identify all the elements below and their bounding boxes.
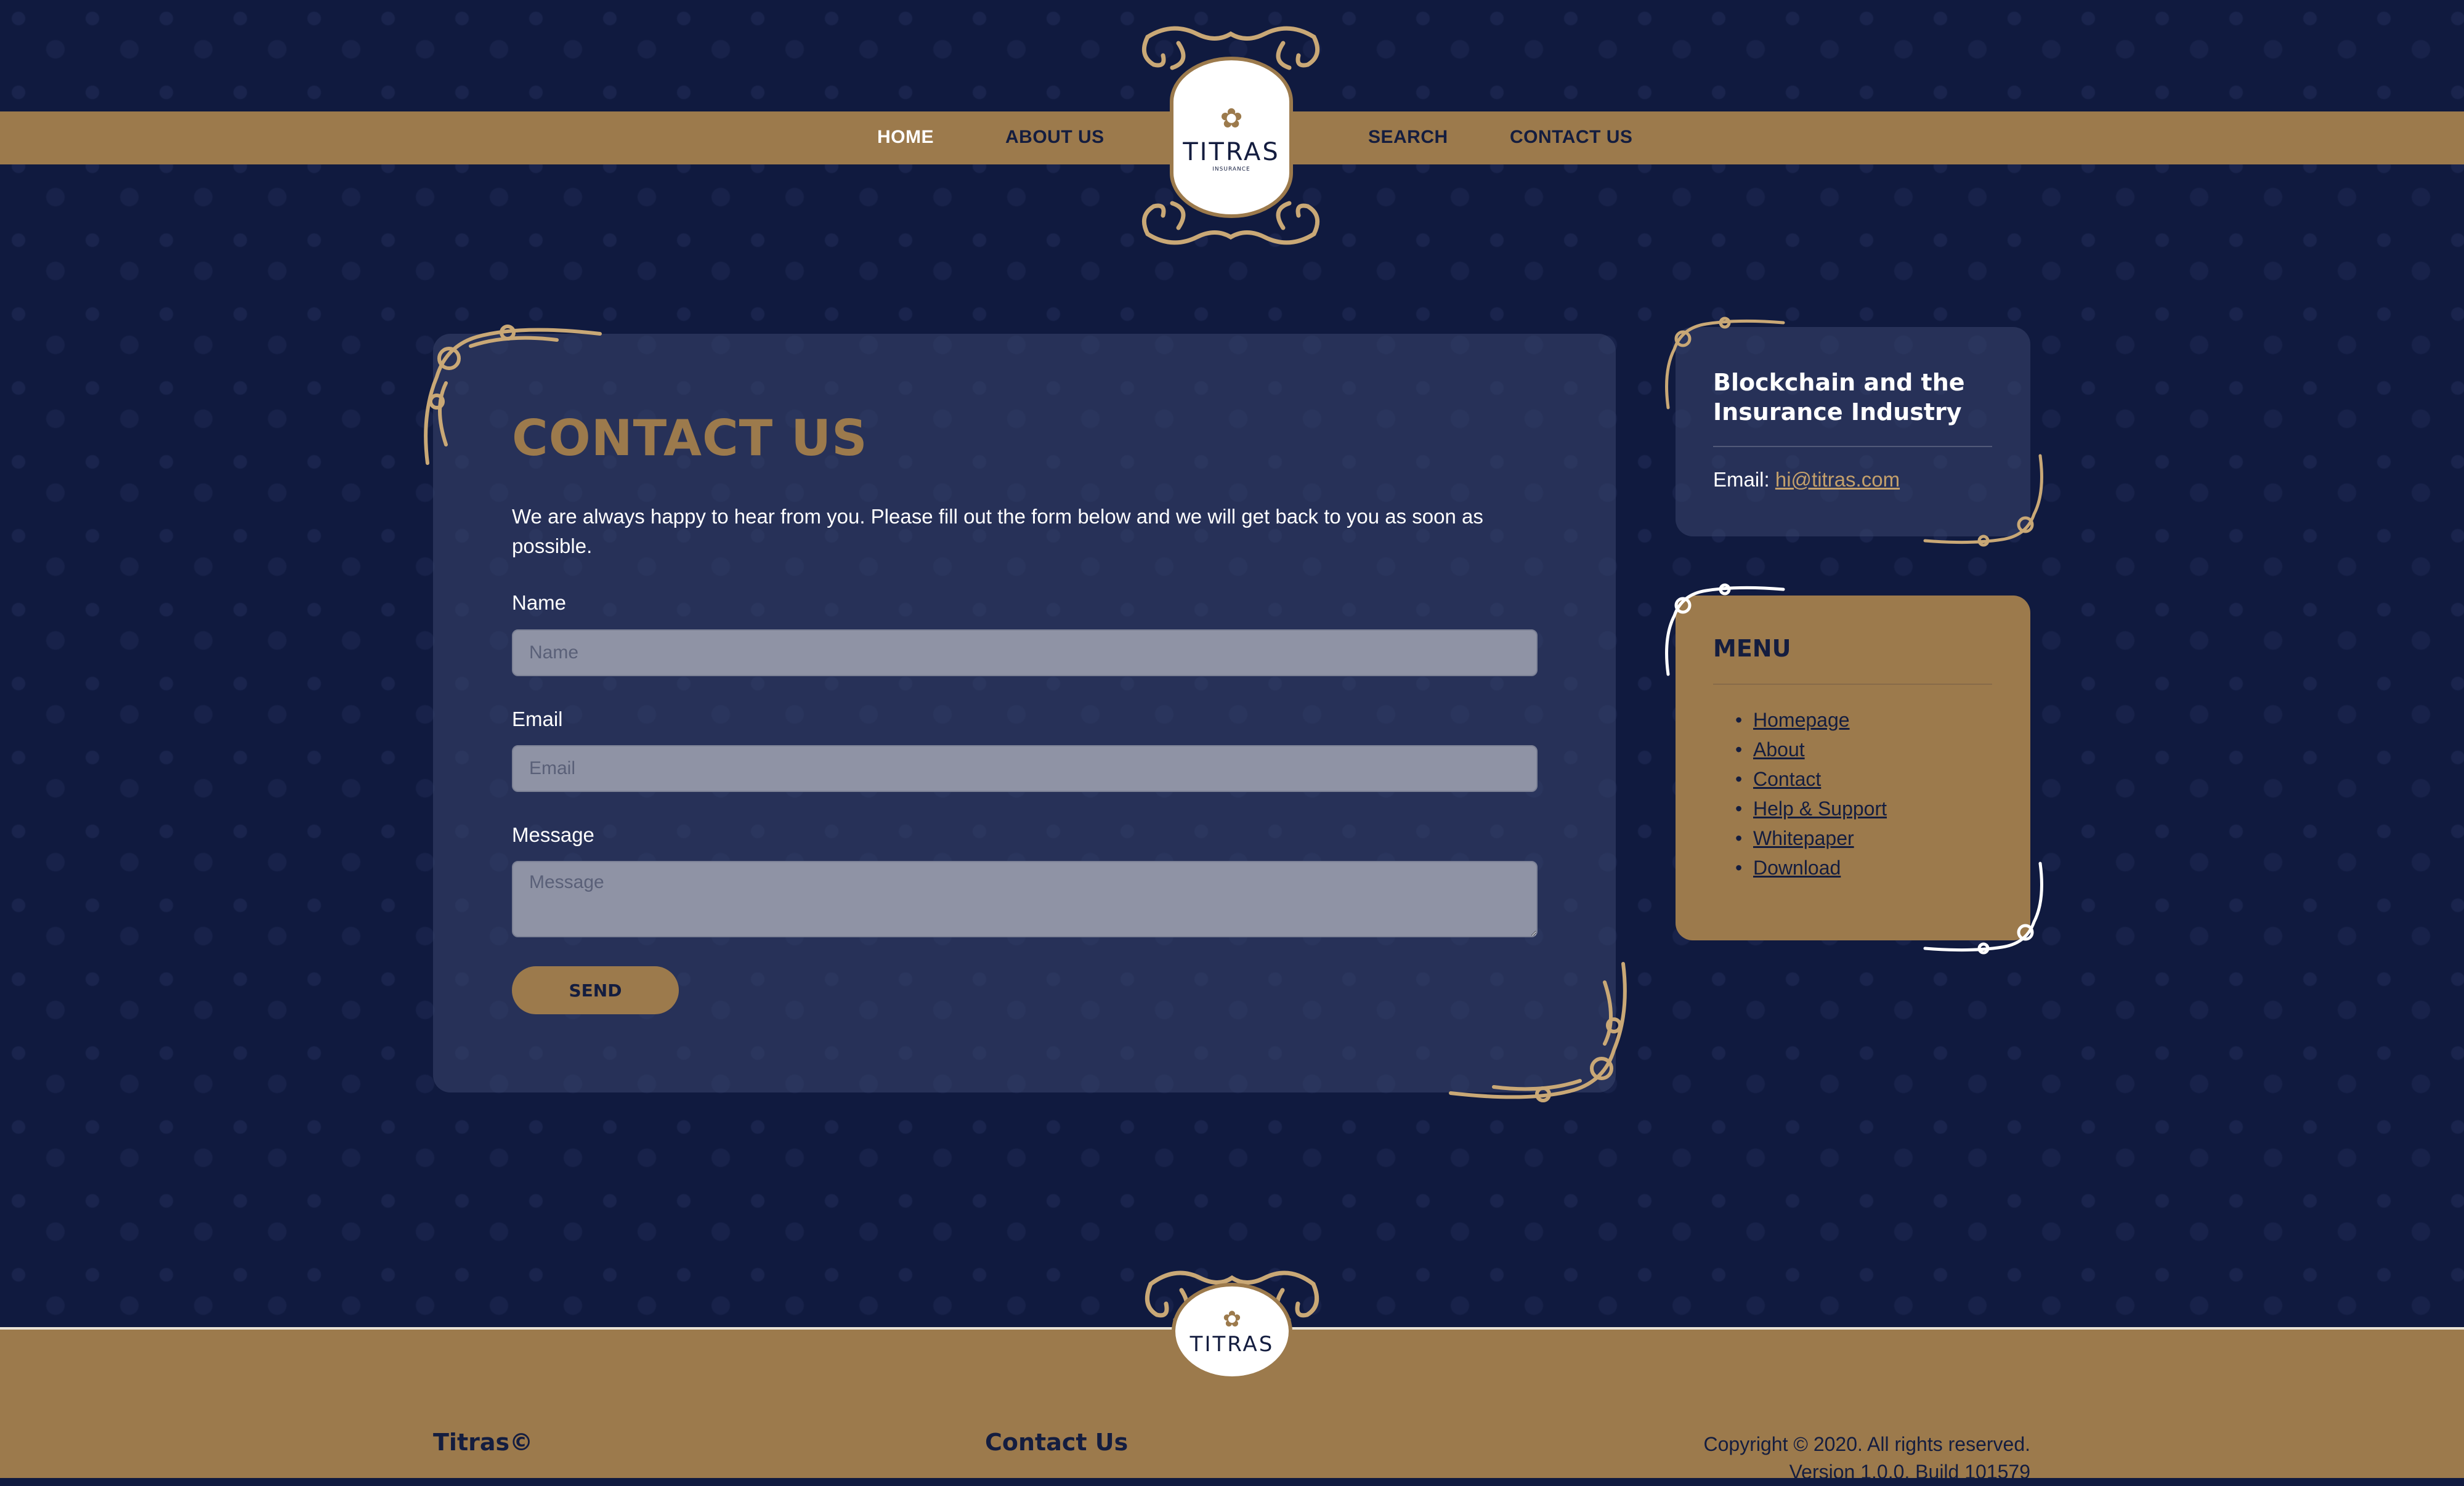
version-text: Version 1.0.0, Build 101579 bbox=[1789, 1461, 2030, 1483]
footer-brand-heading: Titras© bbox=[433, 1429, 533, 1456]
menu-item: Homepage bbox=[1713, 705, 1887, 735]
info-corner-ornament-bottom-right bbox=[1923, 454, 2043, 547]
menu-link-whitepaper[interactable]: Whitepaper bbox=[1753, 827, 1854, 849]
menu-corner-ornament-top-left bbox=[1665, 583, 1785, 676]
footer-contact-heading: Contact Us bbox=[985, 1429, 1129, 1456]
footer-logo[interactable]: ✿ TITRAS bbox=[1172, 1283, 1292, 1380]
nav-contact-us[interactable]: CONTACT US bbox=[1510, 125, 1632, 150]
card-corner-ornament-bottom-right bbox=[1449, 962, 1627, 1102]
menu-item: Contact bbox=[1713, 764, 1887, 794]
send-button[interactable]: SEND bbox=[512, 966, 679, 1014]
header-logo[interactable]: ✿ TITRAS INSURANCE bbox=[1170, 57, 1293, 218]
menu-title: MENU bbox=[1713, 635, 1791, 662]
menu-link-about[interactable]: About bbox=[1753, 738, 1805, 761]
menu-list: Homepage About Contact Help & Support Wh… bbox=[1713, 705, 1887, 882]
menu-item: About bbox=[1713, 735, 1887, 764]
menu-divider bbox=[1713, 684, 1992, 685]
footer-flower-emblem-icon: ✿ bbox=[1222, 1306, 1242, 1331]
message-label: Message bbox=[512, 823, 594, 846]
nav-search[interactable]: SEARCH bbox=[1368, 125, 1448, 150]
message-textarea[interactable] bbox=[512, 861, 1538, 937]
info-title: Blockchain and the Insurance Industry bbox=[1713, 369, 1965, 426]
menu-link-download[interactable]: Download bbox=[1753, 857, 1841, 879]
info-email-label: Email: bbox=[1713, 468, 1770, 491]
page-title: CONTACT US bbox=[512, 410, 868, 467]
name-label: Name bbox=[512, 591, 567, 614]
info-divider bbox=[1713, 446, 1992, 447]
copyright-text: Copyright © 2020. All rights reserved. bbox=[1703, 1433, 2031, 1455]
menu-item: Download bbox=[1713, 853, 1887, 882]
nav-home[interactable]: HOME bbox=[877, 125, 934, 150]
menu-link-contact[interactable]: Contact bbox=[1753, 768, 1821, 790]
footer-logo-wordmark: TITRAS bbox=[1189, 1332, 1275, 1357]
intro-text: We are always happy to hear from you. Pl… bbox=[512, 505, 1483, 557]
logo-subtitle: INSURANCE bbox=[1212, 166, 1250, 172]
email-input[interactable] bbox=[512, 745, 1538, 792]
info-email-row: Email: hi@titras.com bbox=[1713, 468, 1900, 491]
email-label: Email bbox=[512, 708, 563, 730]
menu-item: Help & Support bbox=[1713, 794, 1887, 823]
menu-item: Whitepaper bbox=[1713, 823, 1887, 853]
logo-wordmark: TITRAS bbox=[1183, 137, 1280, 166]
nav-about-us[interactable]: ABOUT US bbox=[1005, 125, 1104, 150]
name-input[interactable] bbox=[512, 629, 1538, 676]
flower-emblem-icon: ✿ bbox=[1220, 103, 1243, 134]
menu-link-help-support[interactable]: Help & Support bbox=[1753, 798, 1887, 820]
menu-link-homepage[interactable]: Homepage bbox=[1753, 709, 1850, 731]
info-email-link[interactable]: hi@titras.com bbox=[1775, 468, 1900, 491]
menu-corner-ornament-bottom-right bbox=[1923, 862, 2043, 955]
